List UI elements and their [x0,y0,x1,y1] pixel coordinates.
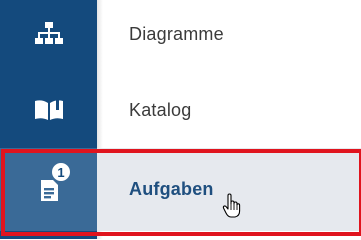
highlight-frame [1,149,361,236]
hand-pointer-icon [222,193,241,218]
navigation-menu: Diagramme Katalog Aufgaben 1 [0,0,361,239]
menu-item-diagramme[interactable]: Diagramme [0,0,361,72]
sitemap-icon [34,22,63,44]
menu-icon-cell [0,72,97,148]
menu-item-label: Diagramme [129,23,224,44]
menu-icon-cell [0,0,97,72]
menu-item-katalog[interactable]: Katalog [0,72,361,148]
book-icon [34,100,63,120]
menu-item-label: Katalog [129,99,192,120]
